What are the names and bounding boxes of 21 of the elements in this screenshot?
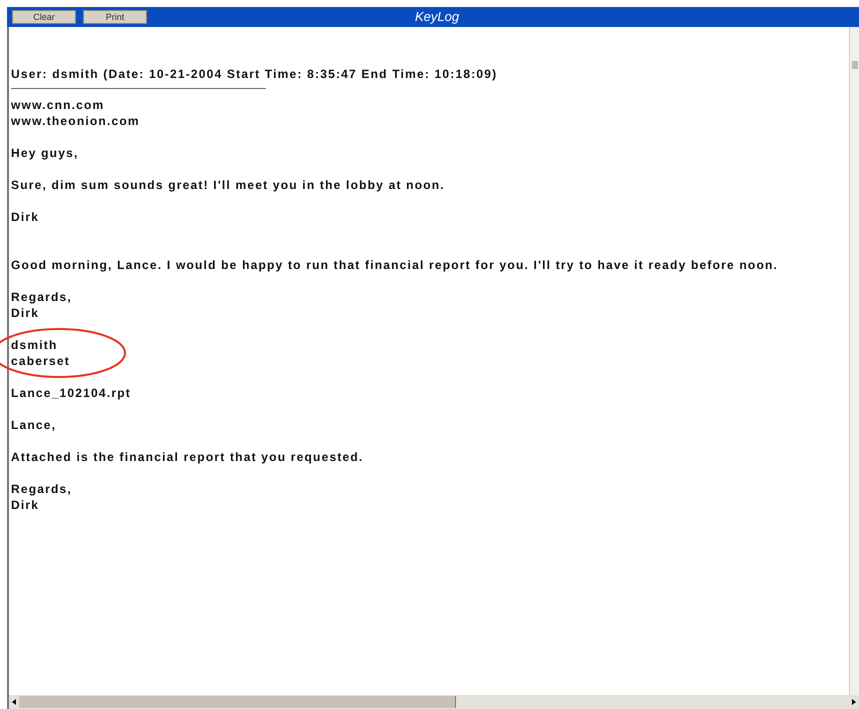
- log-line: Sure, dim sum sounds great! I'll meet you in the lobby at noon.: [11, 177, 446, 193]
- log-line: www.theonion.com: [11, 113, 141, 129]
- scroll-up-icon[interactable]: [852, 61, 858, 69]
- scroll-thumb[interactable]: [19, 696, 456, 708]
- toolbar-button[interactable]: Print: [83, 10, 147, 24]
- log-line: Attached is the financial report that you requested.: [11, 449, 364, 465]
- log-line: Lance,: [11, 417, 58, 433]
- toolbar-button[interactable]: Clear: [12, 10, 76, 24]
- log-line: caberset: [11, 353, 71, 369]
- log-line: Good morning, Lance. I would be happy to run that financial report for you. I'll try to have it ready before noon.: [11, 257, 780, 273]
- log-line: Hey guys,: [11, 145, 80, 161]
- log-line: Regards,: [11, 481, 73, 497]
- log-line: www.cnn.com: [11, 97, 106, 113]
- log-line: Dirk: [11, 497, 40, 513]
- log-line: Dirk: [11, 209, 40, 225]
- log-header: User: dsmith (Date: 10-21-2004 Start Time: 8:35:47 End Time: 10:18:09): [11, 66, 498, 82]
- log-line: dsmith: [11, 337, 59, 353]
- window-title: KeyLog: [415, 9, 460, 24]
- log-line: Regards,: [11, 289, 73, 305]
- log-line: Lance_102104.rpt: [11, 385, 132, 401]
- log-line: Dirk: [11, 305, 40, 321]
